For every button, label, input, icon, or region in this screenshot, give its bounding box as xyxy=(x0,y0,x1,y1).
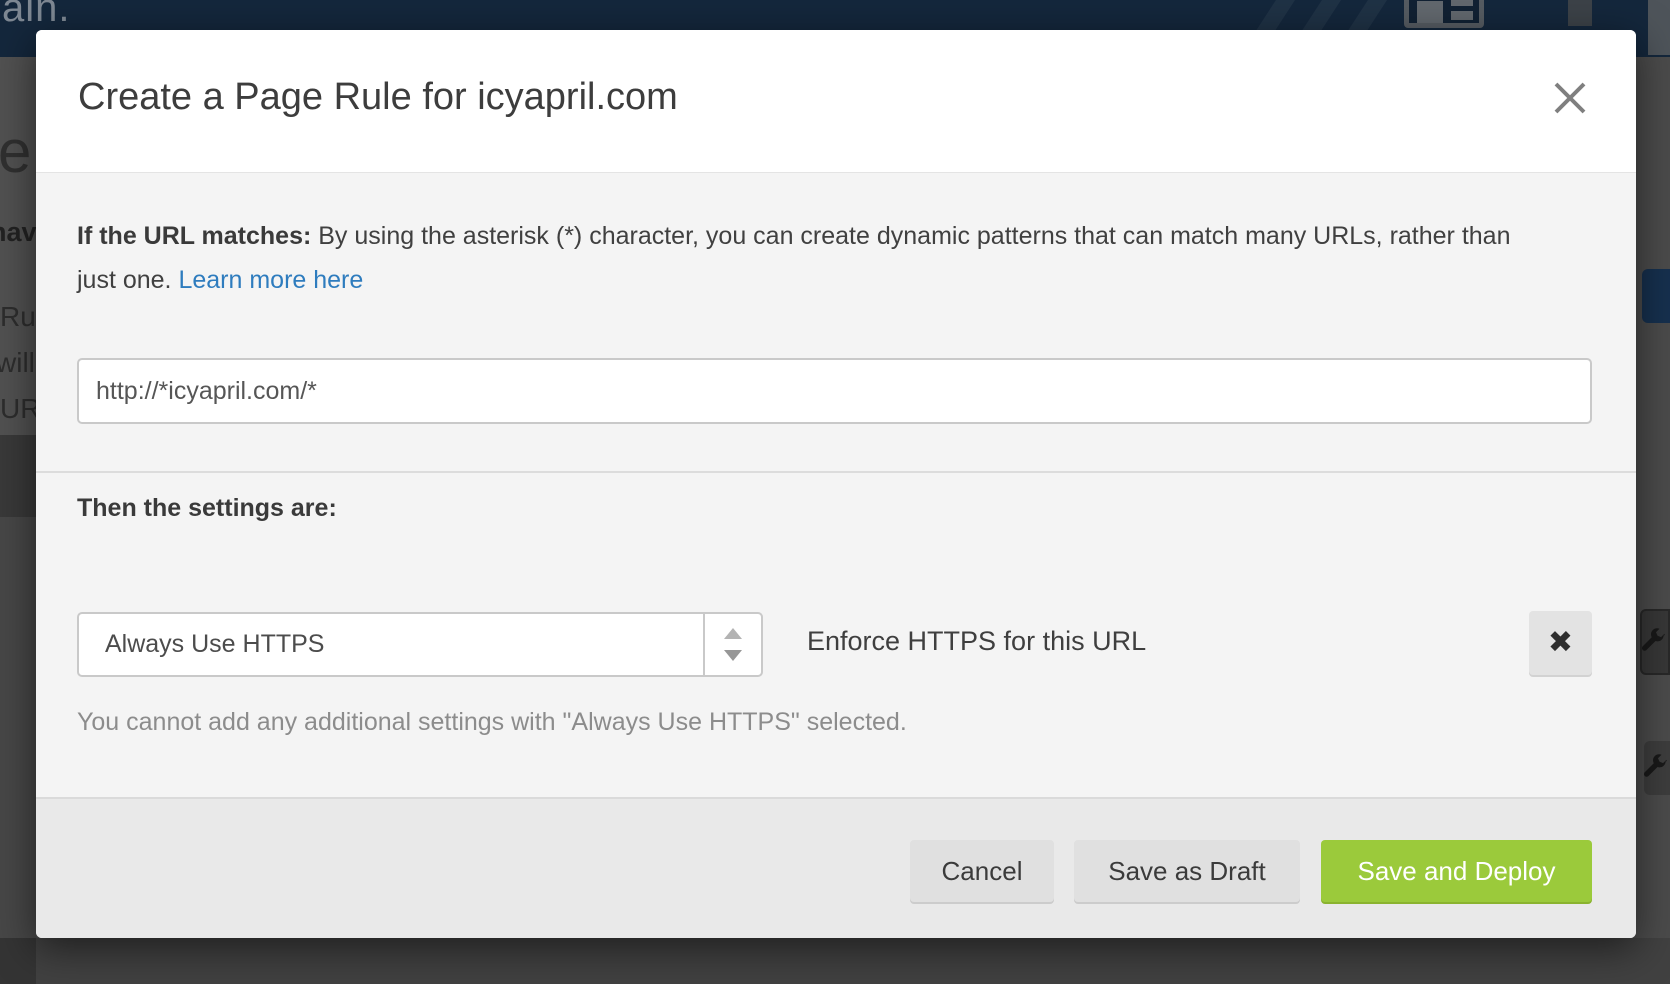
background-edit-button-fragment xyxy=(1644,741,1670,795)
learn-more-link[interactable]: Learn more here xyxy=(178,266,363,294)
create-page-rule-modal: Create a Page Rule for icyapril.com If t… xyxy=(36,30,1636,938)
background-text-fragment: will xyxy=(0,347,35,379)
setting-select-value: Always Use HTTPS xyxy=(105,614,324,675)
setting-description: Enforce HTTPS for this URL xyxy=(807,626,1146,657)
url-pattern-input[interactable] xyxy=(77,358,1592,424)
wrench-icon xyxy=(1640,754,1668,782)
background-text-fragment: Ru xyxy=(0,301,36,333)
modal-footer: Cancel Save as Draft Save and Deploy xyxy=(36,797,1636,938)
url-match-description: If the URL matches: By using the asteris… xyxy=(77,214,1547,302)
layout-icon xyxy=(1404,0,1484,28)
save-as-draft-button[interactable]: Save as Draft xyxy=(1074,840,1300,902)
layout-icon-bar xyxy=(1451,0,1473,6)
background-table-fragment xyxy=(0,517,36,938)
modal-header: Create a Page Rule for icyapril.com xyxy=(36,30,1636,173)
settings-heading: Then the settings are: xyxy=(77,494,337,523)
settings-note: You cannot add any additional settings w… xyxy=(77,708,907,737)
cancel-button[interactable]: Cancel xyxy=(910,840,1054,902)
modal-title: Create a Page Rule for icyapril.com xyxy=(78,76,678,119)
screen: ain. e nav Ru will UR xyxy=(0,0,1670,984)
background-edit-button-fragment xyxy=(1640,609,1670,675)
chevron-down-icon xyxy=(724,650,742,661)
background-text-fragment: nav xyxy=(0,217,36,248)
layout-icon-bar xyxy=(1451,11,1473,20)
save-and-deploy-button[interactable]: Save and Deploy xyxy=(1321,840,1592,902)
background-table-header-fragment xyxy=(0,435,36,517)
background-ui-fragment xyxy=(1568,0,1592,26)
background-domain-text: ain. xyxy=(2,0,71,31)
background-blue-button-fragment xyxy=(1642,269,1670,323)
background-page-left-edge: e nav Ru will UR xyxy=(0,57,36,938)
remove-x-icon: ✖ xyxy=(1548,626,1573,659)
background-heading-fragment: e xyxy=(0,117,31,186)
background-page-right-edge xyxy=(1636,57,1670,938)
background-page-bottom-edge xyxy=(0,938,1670,984)
url-match-label: If the URL matches: xyxy=(77,222,311,250)
chevron-up-icon xyxy=(724,628,742,639)
background-text-fragment: UR xyxy=(0,393,36,425)
background-corner-fragment xyxy=(0,938,36,984)
section-divider xyxy=(36,471,1636,473)
setting-select[interactable]: Always Use HTTPS xyxy=(77,612,763,677)
layout-icon-square xyxy=(1417,1,1443,23)
close-icon[interactable] xyxy=(1552,80,1588,116)
background-ui-fragment xyxy=(1648,0,1670,55)
wrench-icon xyxy=(1638,628,1666,656)
remove-setting-button[interactable]: ✖ xyxy=(1529,611,1592,675)
select-spinner[interactable] xyxy=(703,614,761,675)
